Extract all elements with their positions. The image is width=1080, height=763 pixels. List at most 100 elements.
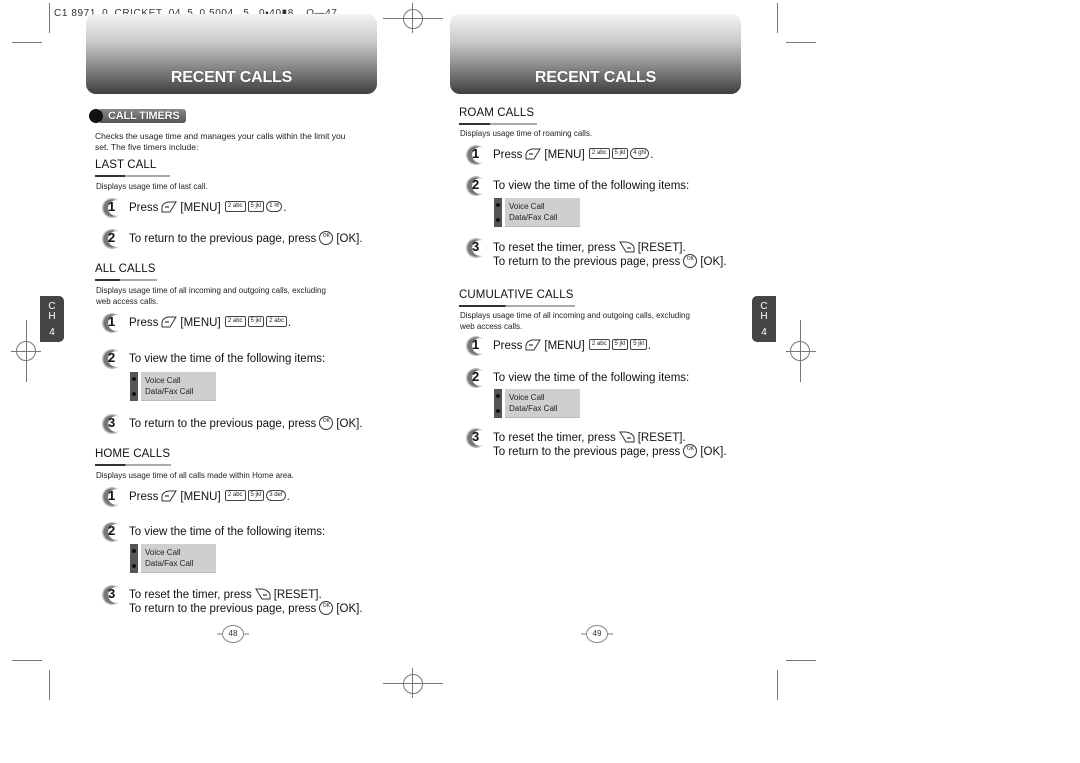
subsection-heading-cumulative-calls: CUMULATIVE CALLS: [459, 289, 575, 307]
step-number: 2: [472, 369, 480, 384]
bullet-icon: [132, 391, 136, 396]
menu-label: [MENU]: [180, 491, 221, 503]
list-item: Voice Call: [145, 548, 181, 557]
heading-text: ALL CALLS: [95, 263, 156, 275]
crop-mark: [12, 42, 42, 43]
bullet-bar: [494, 389, 502, 418]
step-number: 1: [108, 488, 116, 503]
intro-line: set. The five timers include:: [95, 142, 199, 152]
description-line: Displays usage time of all incoming and …: [96, 286, 326, 295]
step-text: To return to the previous page, press: [129, 603, 317, 616]
step-3: 3 To reset the timer, press [RESET]. To r…: [466, 238, 727, 269]
chapter-number: 4: [49, 327, 55, 338]
punctuation: .: [647, 340, 652, 352]
crop-mark: [49, 670, 50, 700]
key-2-icon: 2 abc: [224, 490, 246, 502]
items-list-box: Voice Call Data/Fax Call: [130, 372, 216, 401]
bullet-icon: [496, 217, 500, 222]
step-number-badge: 3: [102, 585, 122, 605]
bullet-bar: [130, 372, 138, 401]
list-item: Data/Fax Call: [145, 387, 194, 396]
subsection-heading-roam-calls: ROAM CALLS: [459, 107, 537, 125]
description-line: web access calls.: [460, 322, 523, 331]
crop-mark: [777, 670, 778, 700]
step-3: 3 To reset the timer, press [RESET]. To r…: [466, 428, 727, 459]
step-text: To view the time of the following items:: [493, 372, 690, 384]
list-item: Voice Call: [145, 376, 181, 385]
step-number: 2: [108, 523, 116, 538]
menu-label: [MENU]: [544, 340, 585, 352]
step-number: 2: [108, 230, 116, 245]
right-soft-key-icon: [254, 588, 271, 600]
step-text: To view the time of the following items:: [493, 180, 690, 192]
step-number-badge: 3: [102, 414, 122, 434]
crop-mark: [12, 660, 42, 661]
punctuation: .: [650, 149, 654, 161]
step-text: Press: [129, 317, 159, 329]
subsection-heading-all-calls: ALL CALLS: [95, 263, 157, 281]
bullet-icon: [132, 563, 136, 568]
items-list-box: Voice Call Data/Fax Call: [494, 389, 580, 418]
chapter-tab: CH 4: [752, 296, 776, 342]
left-soft-key-icon: [525, 148, 542, 160]
step-1: 1 Press [MENU] 2 abc 5 jkl 3 def.: [102, 487, 290, 507]
key-5-icon: 5 jkl: [247, 490, 265, 502]
subsection-description: Displays usage time of roaming calls.: [460, 129, 593, 138]
punctuation: .: [287, 317, 292, 329]
ok-key-icon: OK: [683, 254, 698, 268]
ok-key-icon: OK: [319, 601, 334, 615]
right-soft-key-icon: [618, 431, 635, 443]
menu-label: [MENU]: [544, 149, 585, 161]
step-2: 2 To view the time of the following item…: [102, 522, 326, 542]
step-text: To return to the previous page, press: [129, 233, 317, 246]
step-number: 3: [108, 415, 116, 430]
list-item: Voice Call: [509, 393, 545, 402]
heading-text: CUMULATIVE CALLS: [459, 289, 574, 301]
step-text: To reset the timer, press: [493, 432, 616, 444]
ok-label: [OK].: [700, 446, 727, 459]
list-item: Data/Fax Call: [509, 213, 558, 222]
list-item: Data/Fax Call: [509, 404, 558, 413]
left-soft-key-icon: [161, 490, 178, 502]
step-text: To view the time of the following items:: [129, 526, 326, 538]
bullet-bar: [130, 544, 138, 573]
step-number-badge: 1: [466, 145, 486, 165]
menu-label: [MENU]: [180, 317, 221, 329]
registration-circle: [790, 341, 810, 361]
left-soft-key-icon: [161, 316, 178, 328]
description-line: Displays usage time of all incoming and …: [460, 311, 690, 320]
crop-mark: [777, 3, 778, 33]
step-3: 3 To reset the timer, press [RESET]. To r…: [102, 585, 363, 616]
page-title: RECENT CALLS: [534, 69, 657, 86]
items-list-box: Voice Call Data/Fax Call: [494, 198, 580, 227]
key-2-icon: 2 abc: [224, 201, 246, 213]
step-number: 1: [472, 337, 480, 352]
ok-label: [OK].: [336, 603, 363, 616]
subsection-heading-last-call: LAST CALL: [95, 159, 170, 177]
list-item: Voice Call: [509, 202, 545, 211]
key-5-icon: 5 jkl: [247, 316, 265, 328]
intro-line: Checks the usage time and manages your c…: [95, 131, 346, 141]
step-2: 2 To return to the previous page, press O…: [102, 229, 363, 249]
step-number-badge: 2: [102, 229, 122, 249]
reset-label: [RESET].: [273, 589, 322, 601]
left-soft-key-icon: [161, 201, 178, 213]
step-number: 1: [108, 199, 116, 214]
step-text: To return to the previous page, press: [493, 446, 681, 459]
reset-label: [RESET].: [637, 432, 686, 444]
heading-underline: [95, 464, 171, 466]
key-2-icon: 2 abc: [588, 148, 610, 160]
chapter-number: 4: [761, 327, 767, 338]
step-number-badge: 1: [466, 336, 486, 356]
subsection-description: Displays usage time of all incoming and …: [96, 285, 326, 307]
ok-key-icon: OK: [319, 231, 334, 245]
heading-text: HOME CALLS: [95, 448, 171, 460]
bullet-icon: [132, 549, 136, 554]
step-number-badge: 2: [466, 176, 486, 196]
step-text: To return to the previous page, press: [129, 418, 317, 431]
bullet-dot-icon: [89, 109, 103, 123]
step-1: 1 Press [MENU] 2 abc 5 jkl 2 abc.: [102, 313, 292, 333]
step-number-badge: 2: [466, 368, 486, 388]
chapter-tab: CH 4: [40, 296, 64, 342]
step-number-badge: 3: [466, 428, 486, 448]
